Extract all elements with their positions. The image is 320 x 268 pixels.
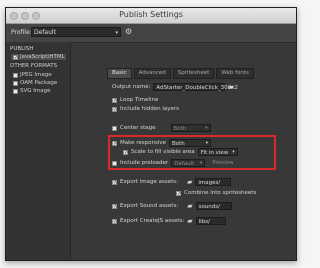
tab-advanced[interactable]: Advanced: [133, 68, 171, 79]
center-stage-value: Both: [173, 126, 187, 132]
export-sound-assets-row: Export Sound assets: ▰ sounds/: [112, 202, 232, 210]
export-createjs-assets-checkbox[interactable]: [112, 218, 117, 224]
export-image-assets-label: Export image assets:: [120, 179, 178, 185]
combine-spritesheets-row[interactable]: Combine into spritesheets: [176, 190, 256, 196]
basic-settings-panel: Basic Advanced Spritesheet Web fonts Out…: [0, 0, 300, 268]
tab-basic[interactable]: Basic: [107, 68, 132, 79]
include-hidden-layers-checkbox[interactable]: [112, 106, 117, 112]
export-createjs-assets-label: Export CreateJS assets:: [120, 218, 185, 224]
responsive-highlight-box: [108, 135, 276, 170]
center-stage-select[interactable]: Both ▾: [170, 124, 211, 132]
include-hidden-layers-label: Include hidden layers: [120, 106, 180, 112]
center-stage-label: Center stage: [120, 125, 156, 131]
export-image-assets-checkbox[interactable]: [112, 179, 117, 185]
export-createjs-assets-row: Export CreateJS assets: ▰ libs/: [112, 217, 226, 225]
tab-bar: Basic Advanced Spritesheet Web fonts: [107, 68, 254, 79]
output-name-row: Output name: AdStarter_DoubleClick_300x2…: [112, 83, 238, 91]
center-stage-checkbox[interactable]: [112, 125, 117, 131]
export-image-assets-row: Export image assets: ▰ images/: [112, 178, 232, 186]
image-assets-path-field[interactable]: images/: [195, 178, 232, 186]
tab-spritesheet[interactable]: Spritesheet: [172, 68, 215, 79]
export-sound-assets-label: Export Sound assets:: [120, 203, 179, 209]
center-stage-row: Center stage Both ▾: [112, 124, 211, 132]
include-hidden-layers-row[interactable]: Include hidden layers: [112, 106, 179, 112]
tab-web-fonts[interactable]: Web fonts: [216, 68, 254, 79]
createjs-assets-path-field[interactable]: libs/: [195, 217, 226, 225]
loop-timeline-label: Loop Timeline: [120, 97, 159, 103]
sound-assets-path-field[interactable]: sounds/: [195, 202, 232, 210]
loop-timeline-checkbox[interactable]: [112, 97, 117, 103]
folder-icon[interactable]: ▰: [187, 202, 192, 210]
output-name-field[interactable]: AdStarter_DoubleClick_300x2: [153, 83, 238, 91]
chevron-down-icon: ▾: [205, 126, 208, 131]
folder-icon[interactable]: ▰: [187, 178, 192, 186]
output-name-label: Output name:: [112, 84, 151, 90]
combine-spritesheets-checkbox[interactable]: [176, 190, 181, 196]
folder-icon[interactable]: ▰: [187, 217, 192, 225]
export-sound-assets-checkbox[interactable]: [112, 203, 117, 209]
combine-spritesheets-label: Combine into spritesheets: [184, 190, 257, 196]
loop-timeline-row[interactable]: Loop Timeline: [112, 97, 158, 103]
